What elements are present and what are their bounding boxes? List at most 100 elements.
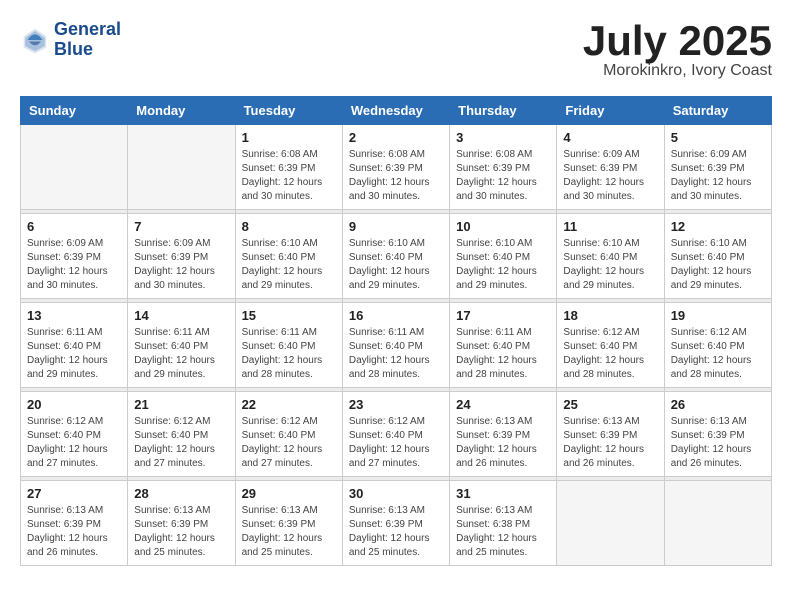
day-info: Sunrise: 6:13 AM Sunset: 6:39 PM Dayligh… (242, 504, 336, 560)
day-number: 18 (563, 308, 657, 323)
day-number: 3 (456, 130, 550, 145)
day-number: 6 (27, 219, 121, 234)
calendar-cell (21, 125, 128, 210)
day-info: Sunrise: 6:13 AM Sunset: 6:39 PM Dayligh… (134, 504, 228, 560)
day-info: Sunrise: 6:08 AM Sunset: 6:39 PM Dayligh… (242, 148, 336, 204)
calendar-cell: 30Sunrise: 6:13 AM Sunset: 6:39 PM Dayli… (342, 481, 449, 566)
day-info: Sunrise: 6:12 AM Sunset: 6:40 PM Dayligh… (349, 415, 443, 471)
day-number: 13 (27, 308, 121, 323)
day-number: 1 (242, 130, 336, 145)
day-info: Sunrise: 6:09 AM Sunset: 6:39 PM Dayligh… (671, 148, 765, 204)
logo-icon (20, 25, 50, 55)
calendar-cell: 29 Sunrise: 6:13 AM Sunset: 6:39 PM Dayli… (235, 481, 342, 566)
calendar-cell: 25Sunrise: 6:13 AM Sunset: 6:39 PM Dayli… (557, 392, 664, 477)
day-number: 29 (242, 486, 336, 501)
calendar-cell: 19 Sunrise: 6:12 AM Sunset: 6:40 PM Dayli… (664, 303, 771, 388)
calendar-week-5: 27 Sunrise: 6:13 AM Sunset: 6:39 PM Dayli… (21, 481, 772, 566)
calendar-week-1: 1 Sunrise: 6:08 AM Sunset: 6:39 PM Daylig… (21, 125, 772, 210)
weekday-header-wednesday: Wednesday (342, 97, 449, 125)
day-info: Sunrise: 6:10 AM Sunset: 6:40 PM Dayligh… (563, 237, 657, 293)
day-info: Sunrise: 6:10 AM Sunset: 6:40 PM Dayligh… (456, 237, 550, 293)
logo-text: General Blue (54, 20, 121, 60)
calendar-week-2: 6 Sunrise: 6:09 AM Sunset: 6:39 PM Daylig… (21, 214, 772, 299)
calendar-cell: 12 Sunrise: 6:10 AM Sunset: 6:40 PM Dayli… (664, 214, 771, 299)
title-block: July 2025 Morokinkro, Ivory Coast (583, 20, 772, 80)
calendar-cell: 5 Sunrise: 6:09 AM Sunset: 6:39 PM Daylig… (664, 125, 771, 210)
month-title: July 2025 (583, 20, 772, 62)
calendar-cell: 2 Sunrise: 6:08 AM Sunset: 6:39 PM Daylig… (342, 125, 449, 210)
calendar-cell (557, 481, 664, 566)
calendar-cell: 8 Sunrise: 6:10 AM Sunset: 6:40 PM Daylig… (235, 214, 342, 299)
day-info: Sunrise: 6:12 AM Sunset: 6:40 PM Dayligh… (671, 326, 765, 382)
day-number: 9 (349, 219, 443, 234)
calendar-cell: 7Sunrise: 6:09 AM Sunset: 6:39 PM Daylig… (128, 214, 235, 299)
day-number: 14 (134, 308, 228, 323)
calendar-cell (664, 481, 771, 566)
calendar-cell: 3 Sunrise: 6:08 AM Sunset: 6:39 PM Daylig… (450, 125, 557, 210)
day-number: 11 (563, 219, 657, 234)
weekday-header-row: SundayMondayTuesdayWednesdayThursdayFrid… (21, 97, 772, 125)
calendar-cell: 14 Sunrise: 6:11 AM Sunset: 6:40 PM Dayli… (128, 303, 235, 388)
day-info: Sunrise: 6:11 AM Sunset: 6:40 PM Dayligh… (134, 326, 228, 382)
calendar-cell: 4 Sunrise: 6:09 AM Sunset: 6:39 PM Daylig… (557, 125, 664, 210)
location-title: Morokinkro, Ivory Coast (583, 62, 772, 80)
weekday-header-sunday: Sunday (21, 97, 128, 125)
day-number: 31 (456, 486, 550, 501)
day-info: Sunrise: 6:10 AM Sunset: 6:40 PM Dayligh… (242, 237, 336, 293)
calendar-cell: 20Sunrise: 6:12 AM Sunset: 6:40 PM Dayli… (21, 392, 128, 477)
day-number: 12 (671, 219, 765, 234)
calendar-week-3: 13 Sunrise: 6:11 AM Sunset: 6:40 PM Dayli… (21, 303, 772, 388)
day-number: 26 (671, 397, 765, 412)
weekday-header-friday: Friday (557, 97, 664, 125)
day-info: Sunrise: 6:11 AM Sunset: 6:40 PM Dayligh… (456, 326, 550, 382)
calendar-cell: 22 Sunrise: 6:12 AM Sunset: 6:40 PM Dayli… (235, 392, 342, 477)
weekday-header-saturday: Saturday (664, 97, 771, 125)
day-info: Sunrise: 6:12 AM Sunset: 6:40 PM Dayligh… (242, 415, 336, 471)
day-number: 19 (671, 308, 765, 323)
page-header: General Blue July 2025 Morokinkro, Ivory… (20, 20, 772, 80)
day-info: Sunrise: 6:11 AM Sunset: 6:40 PM Dayligh… (242, 326, 336, 382)
day-info: Sunrise: 6:10 AM Sunset: 6:40 PM Dayligh… (349, 237, 443, 293)
day-number: 2 (349, 130, 443, 145)
day-number: 8 (242, 219, 336, 234)
calendar-cell: 1 Sunrise: 6:08 AM Sunset: 6:39 PM Daylig… (235, 125, 342, 210)
day-number: 22 (242, 397, 336, 412)
day-info: Sunrise: 6:13 AM Sunset: 6:39 PM Dayligh… (27, 504, 121, 560)
calendar-cell (128, 125, 235, 210)
day-number: 5 (671, 130, 765, 145)
day-info: Sunrise: 6:13 AM Sunset: 6:38 PM Dayligh… (456, 504, 550, 560)
weekday-header-monday: Monday (128, 97, 235, 125)
calendar-cell: 31 Sunrise: 6:13 AM Sunset: 6:38 PM Dayli… (450, 481, 557, 566)
day-info: Sunrise: 6:08 AM Sunset: 6:39 PM Dayligh… (456, 148, 550, 204)
day-info: Sunrise: 6:10 AM Sunset: 6:40 PM Dayligh… (671, 237, 765, 293)
day-info: Sunrise: 6:09 AM Sunset: 6:39 PM Dayligh… (134, 237, 228, 293)
calendar-week-4: 20Sunrise: 6:12 AM Sunset: 6:40 PM Dayli… (21, 392, 772, 477)
calendar-cell: 18Sunrise: 6:12 AM Sunset: 6:40 PM Dayli… (557, 303, 664, 388)
calendar-cell: 21 Sunrise: 6:12 AM Sunset: 6:40 PM Dayli… (128, 392, 235, 477)
logo: General Blue (20, 20, 121, 60)
day-number: 10 (456, 219, 550, 234)
calendar-cell: 17 Sunrise: 6:11 AM Sunset: 6:40 PM Dayli… (450, 303, 557, 388)
calendar-table: SundayMondayTuesdayWednesdayThursdayFrid… (20, 96, 772, 566)
day-number: 27 (27, 486, 121, 501)
calendar-cell: 28 Sunrise: 6:13 AM Sunset: 6:39 PM Dayli… (128, 481, 235, 566)
day-number: 15 (242, 308, 336, 323)
day-number: 17 (456, 308, 550, 323)
day-info: Sunrise: 6:13 AM Sunset: 6:39 PM Dayligh… (563, 415, 657, 471)
day-info: Sunrise: 6:09 AM Sunset: 6:39 PM Dayligh… (563, 148, 657, 204)
calendar-cell: 15 Sunrise: 6:11 AM Sunset: 6:40 PM Dayli… (235, 303, 342, 388)
day-info: Sunrise: 6:12 AM Sunset: 6:40 PM Dayligh… (134, 415, 228, 471)
day-number: 16 (349, 308, 443, 323)
day-info: Sunrise: 6:09 AM Sunset: 6:39 PM Dayligh… (27, 237, 121, 293)
day-number: 21 (134, 397, 228, 412)
day-info: Sunrise: 6:13 AM Sunset: 6:39 PM Dayligh… (456, 415, 550, 471)
calendar-cell: 23Sunrise: 6:12 AM Sunset: 6:40 PM Dayli… (342, 392, 449, 477)
calendar-cell: 26 Sunrise: 6:13 AM Sunset: 6:39 PM Dayli… (664, 392, 771, 477)
weekday-header-tuesday: Tuesday (235, 97, 342, 125)
day-info: Sunrise: 6:13 AM Sunset: 6:39 PM Dayligh… (671, 415, 765, 471)
calendar-cell: 10 Sunrise: 6:10 AM Sunset: 6:40 PM Dayli… (450, 214, 557, 299)
day-number: 28 (134, 486, 228, 501)
day-number: 4 (563, 130, 657, 145)
day-info: Sunrise: 6:08 AM Sunset: 6:39 PM Dayligh… (349, 148, 443, 204)
calendar-cell: 13Sunrise: 6:11 AM Sunset: 6:40 PM Dayli… (21, 303, 128, 388)
